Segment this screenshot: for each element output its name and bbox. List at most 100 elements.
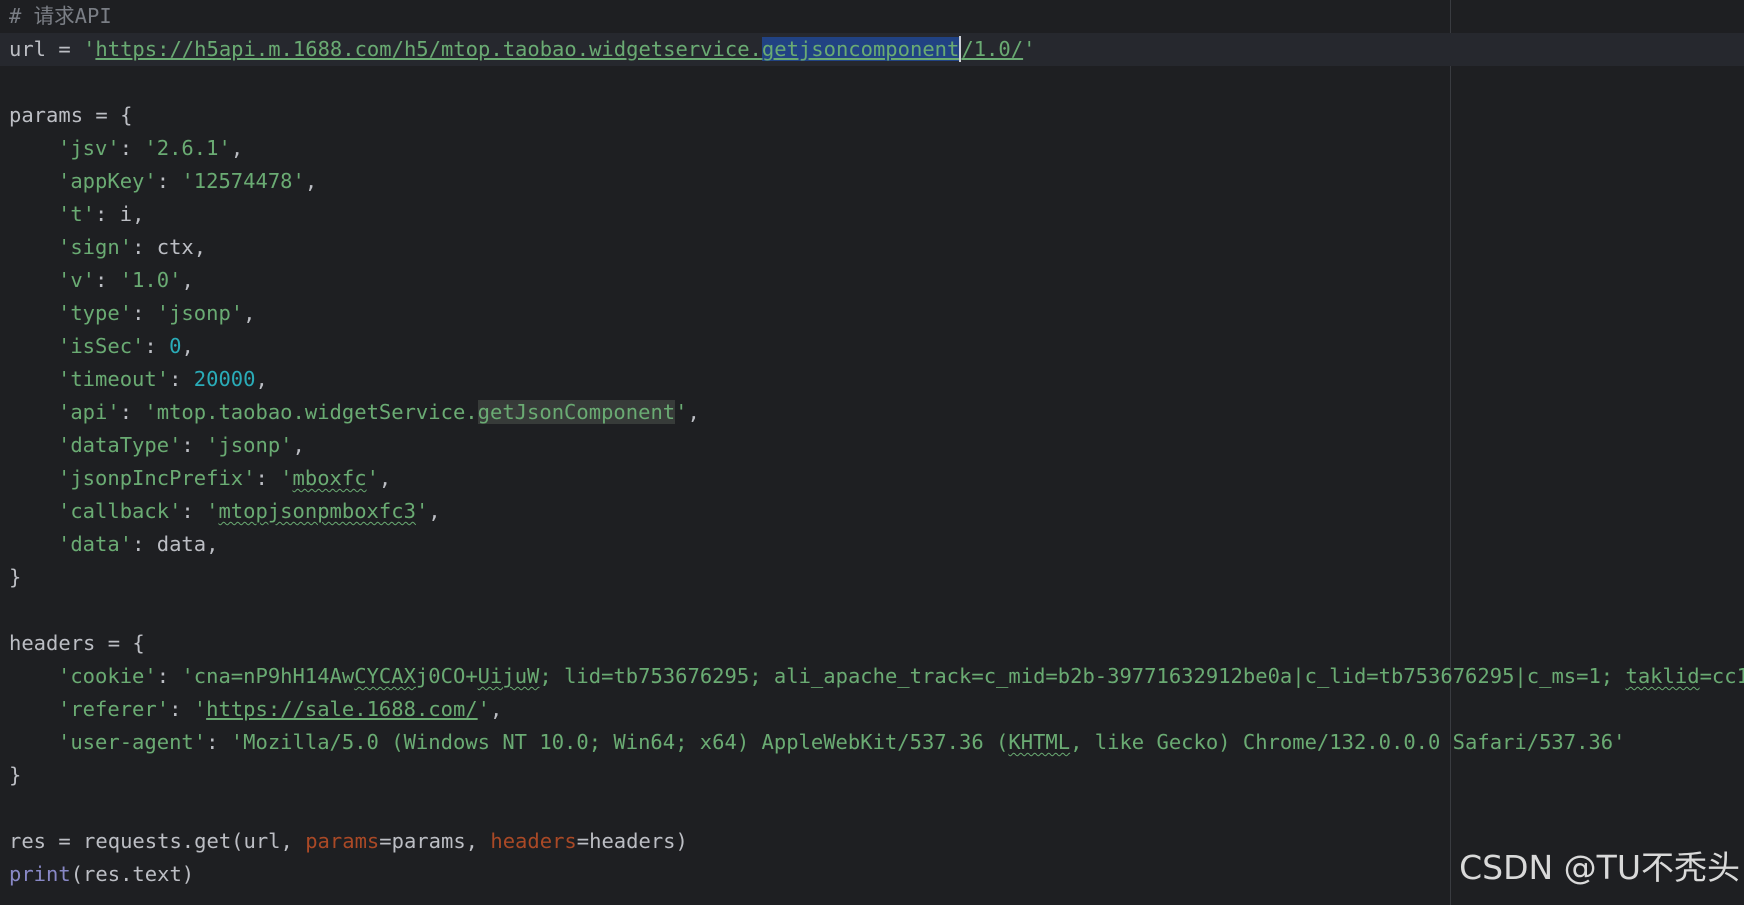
colon: : <box>119 400 145 424</box>
headers-open: headers = { <box>9 631 145 655</box>
dict-value: '2.6.1' <box>144 136 231 160</box>
code-line-close[interactable]: } <box>9 561 1744 594</box>
dict-value: '12574478' <box>181 169 305 193</box>
dict-value: data <box>156 532 207 556</box>
quote-close: ' <box>1023 37 1036 61</box>
code-line-comment[interactable]: # 请求API <box>9 0 1744 33</box>
dict-key: 'appKey' <box>58 169 157 193</box>
comma: , <box>255 367 268 391</box>
typo-word: mtopjsonpmboxfc3 <box>218 499 416 523</box>
code-line-param[interactable]: 'jsv': '2.6.1', <box>9 132 1744 165</box>
dict-value: i <box>119 202 133 226</box>
colon: : <box>156 664 182 688</box>
dict-value: 'jsonp' <box>156 301 244 325</box>
comma: , <box>181 268 194 292</box>
api-value-part: 'mtop.taobao.widgetService. <box>144 400 478 424</box>
close-brace: } <box>9 763 22 787</box>
comma: , <box>132 202 145 226</box>
code-line-params-open[interactable]: params = { <box>9 99 1744 132</box>
code-line-param[interactable]: 'timeout': 20000, <box>9 363 1744 396</box>
dict-key: 'jsonpIncPrefix' <box>58 466 256 490</box>
ua-part: , like Gecko) Chrome/132.0.0.0 Safari/53… <box>1070 730 1626 754</box>
code-line-blank[interactable] <box>9 66 1744 99</box>
dict-value: '1.0' <box>119 268 182 292</box>
keyword-arg: params <box>305 829 380 853</box>
dict-value: ctx <box>156 235 194 259</box>
comma: , <box>378 466 392 490</box>
request-call: =headers) <box>576 829 688 853</box>
dict-key: 'jsv' <box>58 136 120 160</box>
comma: , <box>687 400 700 424</box>
code-line-close[interactable]: } <box>9 759 1744 792</box>
typo-word: UijuW <box>477 664 540 688</box>
typo-word: taklid <box>1625 664 1700 688</box>
keyword-arg: headers <box>490 829 577 853</box>
dict-value: 'jsonp' <box>206 433 293 457</box>
dict-key: 'timeout' <box>58 367 170 391</box>
quote-open: ' <box>83 37 96 61</box>
code-line-param[interactable]: 'type': 'jsonp', <box>9 297 1744 330</box>
typo-word: KHTML <box>1008 730 1071 754</box>
code-line-param[interactable]: 'isSec': 0, <box>9 330 1744 363</box>
code-area[interactable]: # 请求API url = 'https://h5api.m.1688.com/… <box>0 0 1744 891</box>
comma: , <box>304 169 318 193</box>
code-line-param[interactable]: 'v': '1.0', <box>9 264 1744 297</box>
code-line-callback[interactable]: 'callback': 'mtopjsonpmboxfc3', <box>9 495 1744 528</box>
quote: ' <box>477 697 490 721</box>
dict-key: 'cookie' <box>58 664 157 688</box>
dict-key: 'api' <box>58 400 120 424</box>
typo-word: mboxfc <box>292 466 367 490</box>
code-line-param[interactable]: 't': i, <box>9 198 1744 231</box>
cookie-part: =cc10d4e <box>1699 664 1744 688</box>
code-line-cookie[interactable]: 'cookie': 'cna=nP9hH14AwCYCAXj0CO+UijuW;… <box>9 660 1744 693</box>
url-link-end[interactable]: /1.0/ <box>961 37 1023 61</box>
code-line-data[interactable]: 'data': data, <box>9 528 1744 561</box>
dict-key: 'sign' <box>58 235 133 259</box>
dict-key: 'isSec' <box>58 334 145 358</box>
cookie-part: ; lid=tb753676295; ali_apache_track=c_mi… <box>539 664 1626 688</box>
api-value-end: ' <box>675 400 688 424</box>
url-link-part[interactable]: https://h5api.m.1688.com/h5/mtop.taobao.… <box>95 37 761 61</box>
colon: : <box>181 433 207 457</box>
code-line-headers-open[interactable]: headers = { <box>9 627 1744 660</box>
colon: : <box>255 466 281 490</box>
comma: , <box>230 136 244 160</box>
code-line-param[interactable]: 'sign': ctx, <box>9 231 1744 264</box>
colon: : <box>132 532 157 556</box>
assign-op: = <box>46 37 84 61</box>
params-open: params = { <box>9 103 133 127</box>
dict-key: 'dataType' <box>58 433 182 457</box>
comment-text: # 请求API <box>9 4 112 28</box>
dict-key: 'user-agent' <box>58 730 207 754</box>
code-editor[interactable]: # 请求API url = 'https://h5api.m.1688.com/… <box>0 0 1744 905</box>
selected-text[interactable]: getjsoncomponent <box>761 37 960 61</box>
quote: ' <box>366 466 379 490</box>
code-line-blank[interactable] <box>9 792 1744 825</box>
cookie-part: j0CO+ <box>415 664 478 688</box>
code-line-referer[interactable]: 'referer': 'https://sale.1688.com/', <box>9 693 1744 726</box>
colon: : <box>95 268 120 292</box>
dict-key: 'type' <box>58 301 133 325</box>
dict-key: 'v' <box>58 268 96 292</box>
cookie-part: 'cna=nP9hH14Aw <box>181 664 355 688</box>
comma: , <box>428 499 441 523</box>
code-line-jsonp-prefix[interactable]: 'jsonpIncPrefix': 'mboxfc', <box>9 462 1744 495</box>
code-line-param[interactable]: 'appKey': '12574478', <box>9 165 1744 198</box>
request-call: =params, <box>379 829 491 853</box>
referer-link[interactable]: https://sale.1688.com/ <box>206 697 478 721</box>
code-line-api[interactable]: 'api': 'mtop.taobao.widgetService.getJso… <box>9 396 1744 429</box>
code-line-datatype[interactable]: 'dataType': 'jsonp', <box>9 429 1744 462</box>
comma: , <box>193 235 207 259</box>
dict-key: 't' <box>58 202 96 226</box>
ua-part: 'Mozilla/5.0 (Windows NT 10.0; Win64; x6… <box>230 730 1009 754</box>
code-line-user-agent[interactable]: 'user-agent': 'Mozilla/5.0 (Windows NT 1… <box>9 726 1744 759</box>
code-line-url[interactable]: url = 'https://h5api.m.1688.com/h5/mtop.… <box>0 33 1744 66</box>
usage-highlight: getJsonComponent <box>477 400 676 424</box>
colon: : <box>169 697 194 721</box>
colon: : <box>181 499 207 523</box>
dict-value: 20000 <box>193 367 256 391</box>
print-args: (res.text) <box>70 862 195 886</box>
quote: ' <box>206 499 219 523</box>
colon: : <box>144 334 170 358</box>
code-line-blank[interactable] <box>9 594 1744 627</box>
